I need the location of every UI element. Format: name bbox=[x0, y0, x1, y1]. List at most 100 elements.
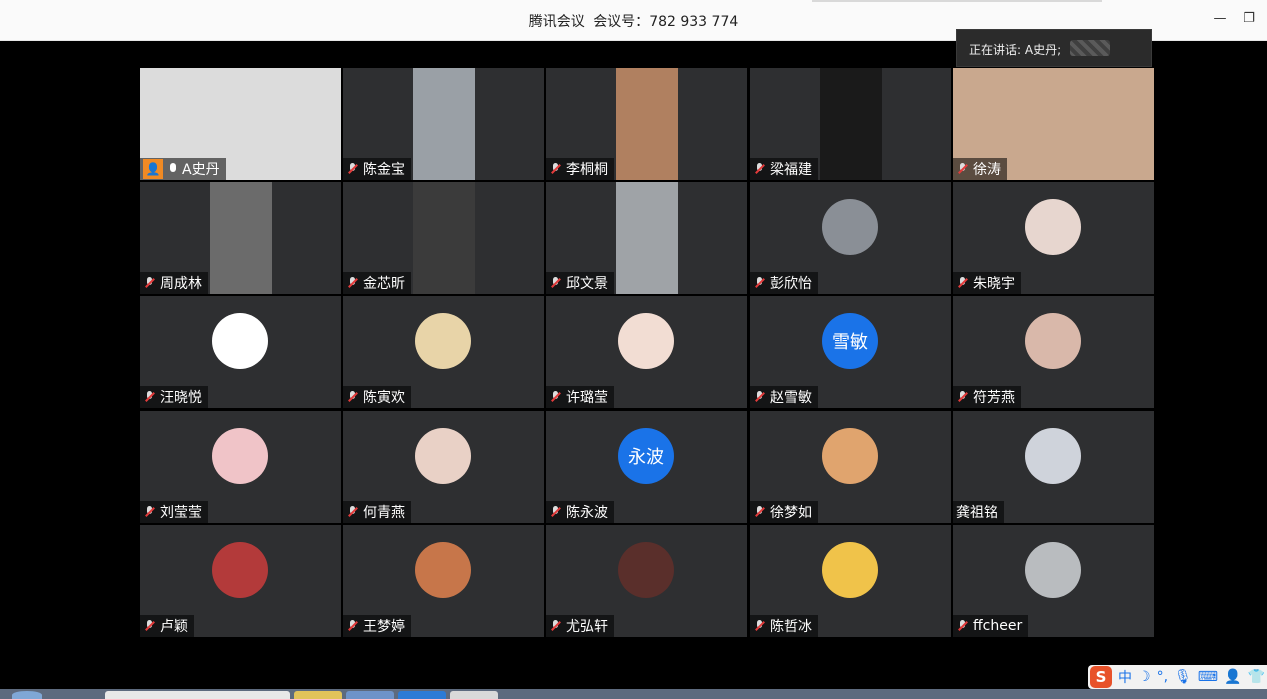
moon-icon[interactable]: ☽ bbox=[1138, 669, 1151, 685]
user-icon[interactable]: 👤 bbox=[1224, 669, 1241, 685]
participant-tile[interactable]: 何青燕 bbox=[343, 411, 544, 523]
meeting-id: 782 933 774 bbox=[649, 14, 739, 30]
participant-tile[interactable]: 尤弘轩 bbox=[546, 525, 747, 637]
name-label: 刘莹莹 bbox=[140, 501, 208, 523]
sogou-logo-icon[interactable]: S bbox=[1090, 666, 1112, 688]
name-label: 梁福建 bbox=[750, 158, 818, 180]
ime-toolbar[interactable]: S 中 ☽ °, 🎙 ⌨ 👤 👕 bbox=[1088, 665, 1267, 689]
taskbar-app-browser[interactable] bbox=[346, 691, 394, 699]
participant-tile[interactable]: 彭欣怡 bbox=[750, 182, 951, 294]
name-label: 赵雪敏 bbox=[750, 386, 818, 408]
participant-avatar bbox=[618, 542, 674, 598]
ime-mode[interactable]: 中 bbox=[1118, 667, 1132, 687]
mic-muted-icon bbox=[346, 276, 360, 290]
taskbar-app-meeting[interactable] bbox=[398, 691, 446, 699]
participant-avatar: 永波 bbox=[618, 428, 674, 484]
mic-icon[interactable]: 🎙 bbox=[1174, 669, 1192, 685]
participant-name: 符芳燕 bbox=[973, 390, 1015, 406]
participant-tile[interactable]: 许璐莹 bbox=[546, 296, 747, 408]
participant-name: 金芯昕 bbox=[363, 276, 405, 292]
name-label: 符芳燕 bbox=[953, 386, 1021, 408]
mic-muted-icon bbox=[346, 390, 360, 404]
punctuation-icon[interactable]: °, bbox=[1157, 669, 1168, 685]
participant-name: 赵雪敏 bbox=[770, 390, 812, 406]
participant-tile[interactable]: 雪敏赵雪敏 bbox=[750, 296, 951, 408]
participant-name: 朱晓宇 bbox=[973, 276, 1015, 292]
participant-avatar bbox=[1025, 428, 1081, 484]
participant-tile[interactable]: 陈寅欢 bbox=[343, 296, 544, 408]
mic-muted-icon bbox=[956, 390, 970, 404]
name-label: 卢颖 bbox=[140, 615, 194, 637]
name-label: 陈哲冰 bbox=[750, 615, 818, 637]
participant-tile[interactable]: 符芳燕 bbox=[953, 296, 1154, 408]
name-label: 许璐莹 bbox=[546, 386, 614, 408]
participant-tile[interactable]: 邱文景 bbox=[546, 182, 747, 294]
participant-grid: 👤 A史丹 陈金宝 李桐桐 梁福建 徐涛周成林 金芯昕 邱文景 彭欣怡 朱晓宇汪晓悦 陈寅欢 许璐莹 雪… bbox=[140, 68, 1155, 639]
keyboard-icon[interactable]: ⌨ bbox=[1198, 669, 1218, 685]
participant-tile[interactable]: 王梦婷 bbox=[343, 525, 544, 637]
participant-tile[interactable]: 金芯昕 bbox=[343, 182, 544, 294]
name-label: ffcheer bbox=[953, 615, 1029, 637]
participant-tile[interactable]: 周成林 bbox=[140, 182, 341, 294]
name-label: 金芯昕 bbox=[343, 272, 411, 294]
participant-avatar bbox=[212, 542, 268, 598]
participant-tile[interactable]: ffcheer bbox=[953, 525, 1154, 637]
participant-tile[interactable]: 刘莹莹 bbox=[140, 411, 341, 523]
mic-muted-icon bbox=[753, 276, 767, 290]
blurred-name bbox=[1070, 40, 1110, 56]
name-label: 汪晓悦 bbox=[140, 386, 208, 408]
participant-avatar bbox=[415, 428, 471, 484]
participant-tile[interactable]: 陈金宝 bbox=[343, 68, 544, 180]
participant-tile[interactable]: 梁福建 bbox=[750, 68, 951, 180]
participant-tile[interactable]: 永波 陈永波 bbox=[546, 411, 747, 523]
participant-tile[interactable]: 汪晓悦 bbox=[140, 296, 341, 408]
mic-muted-icon bbox=[956, 619, 970, 633]
participant-tile[interactable]: 李桐桐 bbox=[546, 68, 747, 180]
participant-avatar: 雪敏 bbox=[822, 313, 878, 369]
video-feed bbox=[616, 68, 678, 180]
minimize-button[interactable]: — bbox=[1210, 9, 1230, 29]
participant-name: 何青燕 bbox=[363, 505, 405, 521]
participant-name: 梁福建 bbox=[770, 162, 812, 178]
participant-name: 卢颖 bbox=[160, 619, 188, 635]
participant-name: ffcheer bbox=[973, 618, 1023, 634]
taskbar-app-explorer[interactable] bbox=[294, 691, 342, 699]
taskbar-search[interactable] bbox=[105, 691, 290, 699]
participant-name: 邱文景 bbox=[566, 276, 608, 292]
participant-avatar bbox=[822, 199, 878, 255]
participant-name: 周成林 bbox=[160, 276, 202, 292]
name-label: 朱晓宇 bbox=[953, 272, 1021, 294]
name-label: 何青燕 bbox=[343, 501, 411, 523]
window-title: 腾讯会议 会议号：782 933 774 bbox=[0, 11, 1267, 31]
participant-tile[interactable]: 卢颖 bbox=[140, 525, 341, 637]
video-feed bbox=[616, 182, 678, 294]
name-label: 徐梦如 bbox=[750, 501, 818, 523]
participant-name: 龚祖铭 bbox=[956, 505, 998, 521]
mic-muted-icon bbox=[143, 619, 157, 633]
mic-muted-icon bbox=[549, 505, 563, 519]
participant-avatar bbox=[212, 313, 268, 369]
participant-name: 彭欣怡 bbox=[770, 276, 812, 292]
participant-tile[interactable]: 朱晓宇 bbox=[953, 182, 1154, 294]
shirt-icon[interactable]: 👕 bbox=[1247, 669, 1264, 685]
name-label: 周成林 bbox=[140, 272, 208, 294]
participant-tile[interactable]: 龚祖铭 bbox=[953, 411, 1154, 523]
name-label: 👤 A史丹 bbox=[140, 158, 226, 180]
video-feed bbox=[210, 182, 272, 294]
restore-button[interactable]: ❐ bbox=[1239, 9, 1259, 29]
participant-tile[interactable]: 徐涛 bbox=[953, 68, 1154, 180]
participant-tile[interactable]: 徐梦如 bbox=[750, 411, 951, 523]
participant-avatar bbox=[415, 542, 471, 598]
taskbar-app-other[interactable] bbox=[450, 691, 498, 699]
start-button[interactable] bbox=[12, 691, 42, 699]
mic-muted-icon bbox=[753, 619, 767, 633]
mic-muted-icon bbox=[549, 276, 563, 290]
participant-tile[interactable]: 👤 A史丹 bbox=[140, 68, 341, 180]
mic-muted-icon bbox=[346, 619, 360, 633]
mic-muted-icon bbox=[143, 276, 157, 290]
mic-icon bbox=[167, 162, 179, 176]
mic-muted-icon bbox=[549, 619, 563, 633]
participant-tile[interactable]: 陈哲冰 bbox=[750, 525, 951, 637]
speaking-label: 正在讲话: A史丹; bbox=[969, 43, 1062, 57]
participant-avatar bbox=[1025, 199, 1081, 255]
